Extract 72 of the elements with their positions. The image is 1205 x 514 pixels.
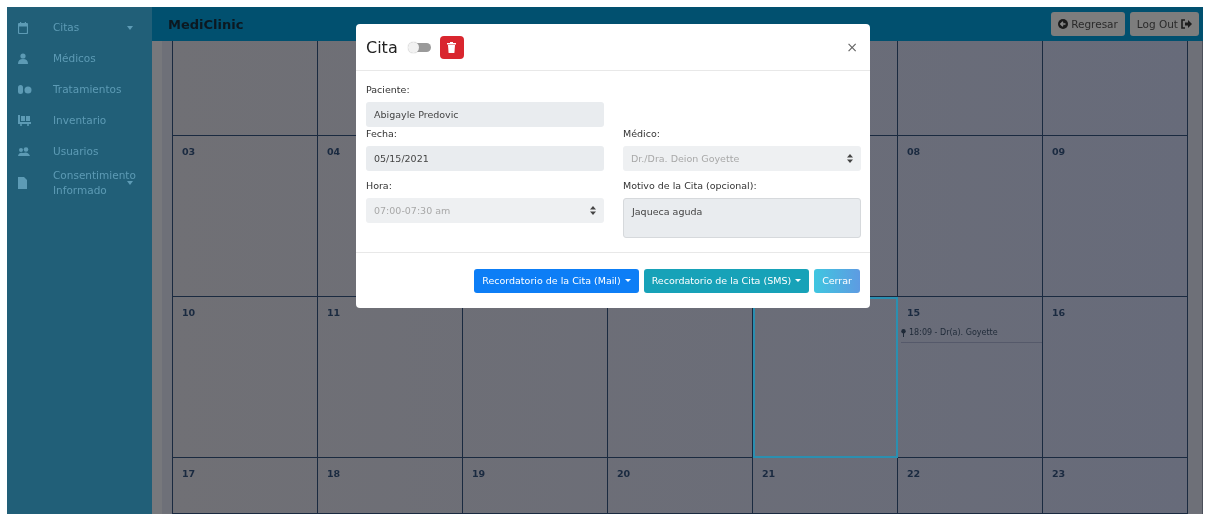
day-number: 08	[907, 146, 921, 157]
day-number: 15	[907, 307, 921, 318]
text-area[interactable]: Jaqueca aguda	[623, 198, 861, 238]
caret-icon	[127, 180, 133, 185]
dialog-title: Cita	[366, 37, 398, 57]
field-label: Paciente:	[366, 83, 411, 97]
day-cell[interactable]	[898, 41, 1043, 136]
sidebar-item[interactable]: Médicos	[7, 43, 152, 74]
day-number: 21	[762, 468, 776, 479]
day-cell[interactable]: 20	[608, 458, 753, 514]
field-label: Motivo de la Cita (opcional):	[623, 179, 758, 193]
day-number: 18	[327, 468, 341, 479]
day-number: 11	[327, 307, 341, 318]
sort-arrows-icon	[847, 154, 853, 163]
day-cell[interactable]	[173, 41, 318, 136]
day-number: 19	[472, 468, 486, 479]
day-number: 20	[617, 468, 631, 479]
day-cell[interactable]: 10	[173, 297, 318, 458]
day-cell[interactable]: 19	[463, 458, 608, 514]
day-cell[interactable]: 15 18:09 - Dr(a). Goyette	[898, 297, 1043, 458]
day-cell[interactable]	[1043, 41, 1188, 136]
sort-arrows-icon	[590, 206, 596, 215]
pills-icon	[18, 85, 32, 94]
back-arrow-icon	[1058, 19, 1069, 29]
day-number: 16	[1052, 307, 1066, 318]
day-cell[interactable]: 16	[1043, 297, 1188, 458]
day-cell[interactable]: 17	[173, 458, 318, 514]
field-label: Fecha:	[366, 127, 399, 141]
trash-icon	[447, 41, 457, 53]
calendar-icon	[18, 21, 28, 34]
day-number: 10	[182, 307, 196, 318]
calendar-event[interactable]: 18:09 - Dr(a). Goyette	[901, 328, 1042, 343]
toggle-switch[interactable]	[408, 42, 431, 52]
sidebar-item[interactable]: Usuarios	[7, 136, 152, 167]
cart-icon	[18, 115, 31, 126]
dropdown-button[interactable]: Recordatorio de la Cita (SMS)	[643, 268, 810, 293]
field-label: Médico:	[623, 127, 661, 141]
logout-button[interactable]: Log Out	[1129, 12, 1199, 36]
day-cell[interactable]: 23	[1043, 458, 1188, 514]
logout-icon	[1181, 19, 1192, 29]
field-label: Hora:	[366, 179, 393, 193]
sidebar-item[interactable]: Tratamientos	[7, 74, 152, 105]
day-number: 03	[182, 146, 196, 157]
dropdown-button[interactable]: Recordatorio de la Cita (Mail)	[474, 268, 639, 293]
day-cell[interactable]: 22	[898, 458, 1043, 514]
caret-icon	[795, 279, 802, 282]
day-number: 09	[1052, 146, 1066, 157]
day-cell[interactable]: 09	[1043, 136, 1188, 297]
user-icon	[18, 53, 28, 64]
close-button[interactable]: ×	[846, 39, 858, 55]
caret-icon	[624, 279, 631, 282]
close-dialog-button[interactable]: Cerrar	[814, 268, 860, 293]
users-icon	[18, 146, 32, 157]
day-number: 04	[327, 146, 341, 157]
input-field[interactable]: 05/15/2021	[366, 146, 604, 171]
day-cell[interactable]: 21	[753, 458, 898, 514]
day-cell[interactable]: 03	[173, 136, 318, 297]
delete-button[interactable]	[439, 35, 464, 59]
day-cell[interactable]: 18	[318, 458, 463, 514]
input-field[interactable]: Abigayle Predovic	[366, 102, 604, 127]
day-cell[interactable]: 08	[898, 136, 1043, 297]
back-button[interactable]: Regresar	[1051, 12, 1125, 36]
day-number: 23	[1052, 468, 1066, 479]
pin-icon	[901, 328, 906, 337]
sidebar-item[interactable]: Inventario	[7, 105, 152, 136]
day-number: 22	[907, 468, 921, 479]
sidebar-item[interactable]: Consentimiento Informado	[7, 167, 152, 198]
day-number: 17	[182, 468, 196, 479]
brand-title: MediClinic	[168, 16, 244, 32]
caret-icon	[127, 25, 133, 30]
file-icon	[18, 176, 27, 189]
sidebar-item[interactable]: Citas	[7, 12, 152, 43]
